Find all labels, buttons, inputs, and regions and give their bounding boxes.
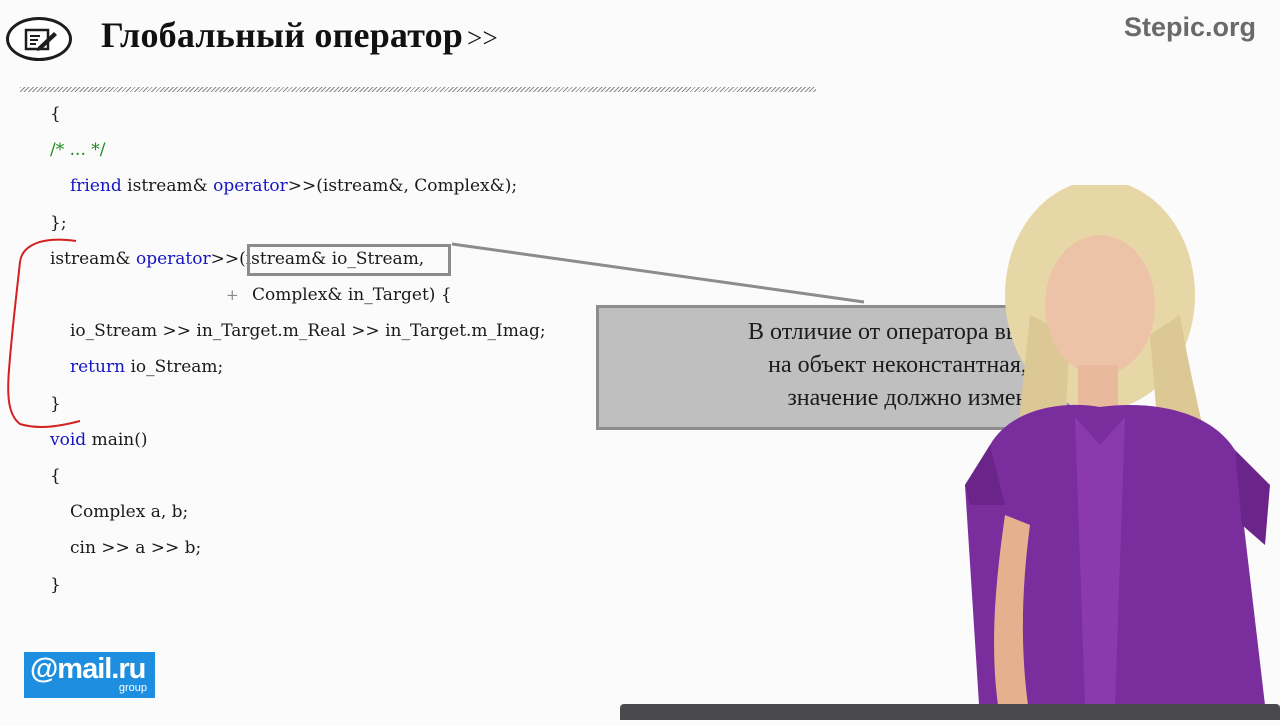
mail-ru-logo: @mail.ru group	[24, 652, 155, 698]
presenter-figure	[950, 180, 1280, 720]
red-bracket-annotation	[7, 238, 81, 429]
callout-pointer-line	[451, 242, 865, 304]
logo-sub-text: group	[118, 682, 147, 694]
keyboard	[620, 704, 1280, 720]
